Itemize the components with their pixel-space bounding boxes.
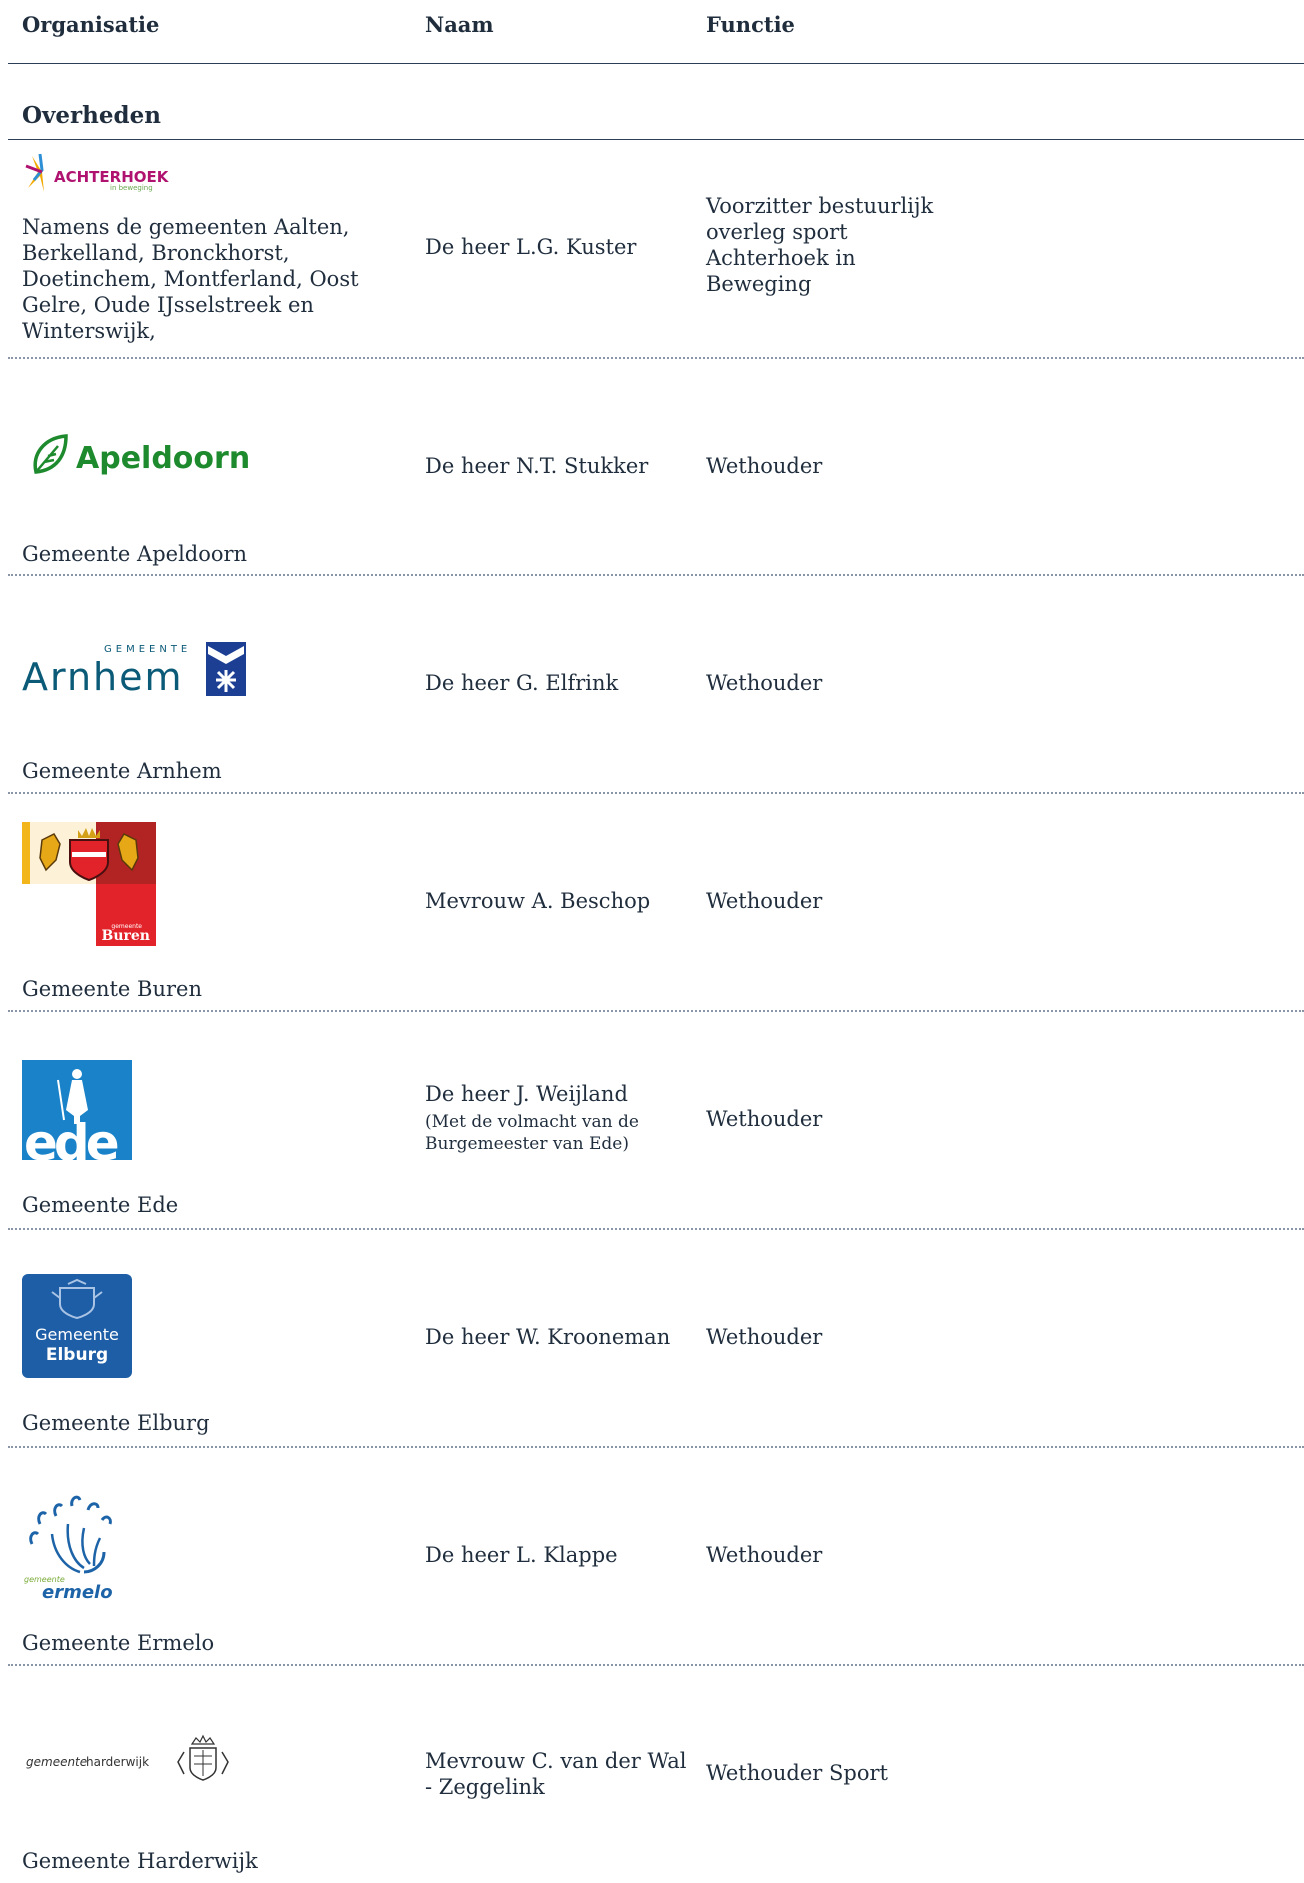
organisation-name: Gemeente Buren bbox=[22, 977, 202, 1001]
elburg-logo: Gemeente Elburg bbox=[22, 1274, 132, 1382]
function-title: Wethouder bbox=[706, 671, 823, 695]
column-header-naam: Naam bbox=[425, 12, 494, 37]
apeldoorn-logo: Apeldoorn bbox=[22, 430, 252, 484]
achterhoek-logo: ACHTERHOEK in beweging bbox=[22, 150, 172, 202]
organisation-name: Gemeente Harderwijk bbox=[22, 1849, 258, 1873]
person-name: De heer L.G. Kuster bbox=[425, 235, 637, 259]
organisation-name: Gemeente Arnhem bbox=[22, 759, 222, 783]
person-name: De heer W. Krooneman bbox=[425, 1325, 671, 1349]
function-title: Wethouder bbox=[706, 1107, 823, 1131]
person-name: De heer N.T. Stukker bbox=[425, 454, 649, 478]
function-title: Wethouder bbox=[706, 1543, 823, 1567]
row-divider bbox=[8, 1010, 1304, 1012]
row-divider bbox=[8, 1446, 1304, 1448]
row-divider bbox=[8, 792, 1304, 794]
organisation-name: Namens de gemeenten Aalten, Berkelland, … bbox=[22, 215, 359, 343]
organisation-name: Gemeente Elburg bbox=[22, 1411, 210, 1435]
elburg-logo-text: Gemeente bbox=[35, 1325, 119, 1344]
function-title: Wethouder bbox=[706, 1325, 823, 1349]
person-name: Mevrouw A. Beschop bbox=[425, 889, 651, 913]
harderwijk-logo: gemeente harderwijk bbox=[22, 1734, 252, 1788]
elburg-logo-subtext: Elburg bbox=[46, 1345, 108, 1365]
person-name-text: De heer J. Weijland bbox=[425, 1082, 628, 1106]
ede-logo-text: ede bbox=[24, 1114, 118, 1160]
row-divider bbox=[8, 1664, 1304, 1666]
ermelo-logo: gemeente ermelo bbox=[22, 1494, 132, 1612]
buren-logo-text: Buren bbox=[102, 928, 150, 944]
person-name-note: (Met de volmacht van de Burgemeester van… bbox=[425, 1112, 639, 1154]
ermelo-logo-text: ermelo bbox=[42, 1582, 113, 1603]
row-divider bbox=[8, 1228, 1304, 1230]
arnhem-logo-subtext: GEMEENTE bbox=[104, 644, 191, 655]
person-name: De heer L. Klappe bbox=[425, 1543, 618, 1567]
section-title: Overheden bbox=[22, 102, 161, 129]
person-name: De heer G. Elfrink bbox=[425, 671, 619, 695]
ede-logo: ede bbox=[22, 1060, 132, 1172]
section-divider bbox=[8, 139, 1304, 140]
buren-logo: gemeente Buren bbox=[22, 822, 156, 950]
achterhoek-logo-subtext: in beweging bbox=[110, 184, 153, 192]
organisation-name: Gemeente Apeldoorn bbox=[22, 542, 248, 566]
organisation-name: Gemeente Ede bbox=[22, 1193, 179, 1217]
function-title: Wethouder Sport bbox=[706, 1761, 888, 1785]
function-title: Wethouder bbox=[706, 889, 823, 913]
header-divider bbox=[8, 63, 1304, 64]
function-title: Voorzitter bestuurlijk overleg sport Ach… bbox=[706, 194, 934, 296]
harderwijk-logo-text: harderwijk bbox=[86, 1755, 149, 1769]
person-name: De heer J. Weijland (Met de volmacht van… bbox=[425, 1081, 695, 1155]
arnhem-logo-text: Arnhem bbox=[22, 655, 184, 699]
person-name: Mevrouw C. van der Wal - Zeggelink bbox=[425, 1749, 687, 1799]
row-divider bbox=[8, 357, 1304, 359]
function-title: Wethouder bbox=[706, 454, 823, 478]
arnhem-logo: GEMEENTE Arnhem bbox=[22, 640, 252, 704]
apeldoorn-logo-text: Apeldoorn bbox=[76, 441, 250, 476]
column-header-functie: Functie bbox=[706, 12, 795, 37]
harderwijk-logo-subtext: gemeente bbox=[26, 1755, 87, 1769]
organisation-name: Gemeente Ermelo bbox=[22, 1631, 215, 1655]
column-header-organisatie: Organisatie bbox=[22, 12, 160, 37]
row-divider bbox=[8, 574, 1304, 576]
